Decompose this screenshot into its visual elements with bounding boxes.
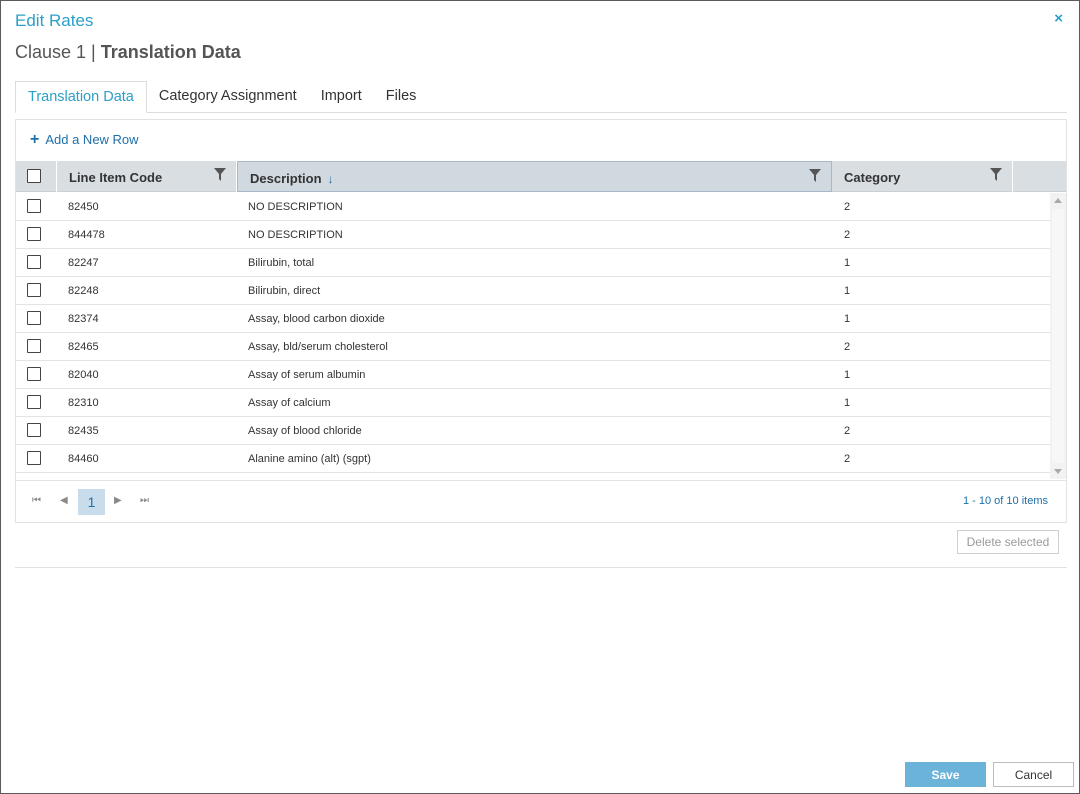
cell-category: 2	[844, 229, 851, 241]
cell-description: Bilirubin, total	[248, 257, 315, 269]
cell-description: Assay, blood carbon dioxide	[248, 313, 385, 325]
tab-category-assignment[interactable]: Category Assignment	[147, 81, 309, 113]
divider	[15, 567, 1067, 568]
table-row[interactable]: 82248 Bilirubin, direct 1	[16, 277, 1050, 305]
cell-category: 2	[844, 201, 851, 213]
sort-descending-icon: ↓	[327, 172, 334, 186]
cell-description: NO DESCRIPTION	[248, 201, 343, 213]
column-header-category[interactable]: Category	[832, 161, 1013, 192]
add-new-row-label: Add a New Row	[45, 132, 139, 147]
row-checkbox[interactable]	[27, 451, 41, 465]
cell-line-item-code: 82450	[68, 201, 99, 213]
row-checkbox[interactable]	[27, 255, 41, 269]
first-page-icon[interactable]: ⏮	[32, 495, 41, 506]
scroll-down-icon[interactable]	[1054, 469, 1062, 474]
cell-line-item-code: 82310	[68, 397, 99, 409]
column-label-description-wrap: Description ↓	[250, 163, 334, 195]
filter-icon[interactable]	[809, 169, 821, 182]
table-row[interactable]: 82465 Assay, bld/serum cholesterol 2	[16, 333, 1050, 361]
table-row[interactable]: 844478 NO DESCRIPTION 2	[16, 221, 1050, 249]
dialog-title: Edit Rates	[15, 11, 94, 30]
translation-grid: + Add a New Row Line Item Code Descripti…	[15, 119, 1067, 523]
table-row[interactable]: 82450 NO DESCRIPTION 2	[16, 193, 1050, 221]
table-row[interactable]: 82374 Assay, blood carbon dioxide 1	[16, 305, 1050, 333]
pager-info: 1 - 10 of 10 items	[963, 495, 1048, 507]
delete-selected-button[interactable]: Delete selected	[957, 530, 1059, 554]
table-row[interactable]: 82040 Assay of serum albumin 1	[16, 361, 1050, 389]
tab-files[interactable]: Files	[374, 81, 429, 113]
table-row[interactable]: 84460 Alanine amino (alt) (sgpt) 2	[16, 445, 1050, 473]
filter-icon[interactable]	[214, 168, 226, 181]
cell-description: NO DESCRIPTION	[248, 229, 343, 241]
pagination-bar: ⏮ ◀ 1 ▶ ⏭ 1 - 10 of 10 items	[16, 480, 1066, 522]
current-page-button[interactable]: 1	[78, 489, 105, 515]
cell-category: 1	[844, 369, 851, 381]
tab-strip: Translation Data Category Assignment Imp…	[15, 81, 1067, 113]
column-label-description: Description	[250, 171, 322, 186]
tab-import[interactable]: Import	[309, 81, 374, 113]
table-row[interactable]: 82435 Assay of blood chloride 2	[16, 417, 1050, 445]
row-checkbox[interactable]	[27, 311, 41, 325]
header-scroll-spacer	[1013, 161, 1066, 192]
close-icon[interactable]: ×	[1054, 11, 1063, 27]
column-header-line-item-code[interactable]: Line Item Code	[57, 161, 237, 192]
cell-line-item-code: 82465	[68, 341, 99, 353]
column-label-line-item-code: Line Item Code	[69, 170, 163, 185]
cell-category: 1	[844, 285, 851, 297]
last-page-icon[interactable]: ⏭	[140, 495, 149, 506]
cancel-button[interactable]: Cancel	[993, 762, 1074, 787]
row-checkbox[interactable]	[27, 367, 41, 381]
row-checkbox[interactable]	[27, 423, 41, 437]
column-label-category: Category	[844, 170, 901, 185]
column-header-description[interactable]: Description ↓	[237, 161, 832, 192]
cell-line-item-code: 82040	[68, 369, 99, 381]
select-all-checkbox[interactable]	[27, 169, 41, 183]
add-new-row-button[interactable]: + Add a New Row	[30, 130, 139, 148]
subtitle-prefix: Clause 1 |	[15, 42, 101, 62]
scrollbar-thumb[interactable]	[1052, 209, 1064, 463]
plus-icon: +	[30, 130, 40, 148]
cell-line-item-code: 82435	[68, 425, 99, 437]
row-checkbox[interactable]	[27, 395, 41, 409]
cell-line-item-code: 82374	[68, 313, 99, 325]
cell-description: Bilirubin, direct	[248, 285, 321, 297]
table-row[interactable]: 82310 Assay of calcium 1	[16, 389, 1050, 417]
row-checkbox[interactable]	[27, 339, 41, 353]
table-row[interactable]: 82247 Bilirubin, total 1	[16, 249, 1050, 277]
row-checkbox[interactable]	[27, 283, 41, 297]
cell-category: 2	[844, 453, 851, 465]
cell-description: Assay of calcium	[248, 397, 331, 409]
cell-description: Assay, bld/serum cholesterol	[248, 341, 388, 353]
page-subtitle: Clause 1 | Translation Data	[15, 42, 241, 63]
tab-translation-data[interactable]: Translation Data	[15, 81, 147, 113]
cell-description: Assay of blood chloride	[248, 425, 362, 437]
filter-icon[interactable]	[990, 168, 1002, 181]
grid-body: 82450 NO DESCRIPTION 2 844478 NO DESCRIP…	[16, 193, 1050, 473]
cell-category: 1	[844, 313, 851, 325]
cell-category: 2	[844, 425, 851, 437]
save-button[interactable]: Save	[905, 762, 986, 787]
row-checkbox[interactable]	[27, 199, 41, 213]
cell-description: Alanine amino (alt) (sgpt)	[248, 453, 371, 465]
edit-rates-dialog: Edit Rates × Clause 1 | Translation Data…	[0, 0, 1080, 794]
row-checkbox[interactable]	[27, 227, 41, 241]
cell-line-item-code: 844478	[68, 229, 105, 241]
previous-page-icon[interactable]: ◀	[60, 495, 68, 506]
grid-header: Line Item Code Description ↓ Category	[16, 161, 1066, 192]
cell-description: Assay of serum albumin	[248, 369, 366, 381]
header-select-all-cell	[16, 161, 57, 192]
scroll-up-icon[interactable]	[1054, 198, 1062, 203]
cell-line-item-code: 82247	[68, 257, 99, 269]
vertical-scrollbar[interactable]	[1050, 193, 1066, 479]
cell-line-item-code: 82248	[68, 285, 99, 297]
cell-category: 2	[844, 341, 851, 353]
cell-line-item-code: 84460	[68, 453, 99, 465]
subtitle-strong: Translation Data	[100, 42, 241, 62]
cell-category: 1	[844, 257, 851, 269]
next-page-icon[interactable]: ▶	[114, 495, 122, 506]
cell-category: 1	[844, 397, 851, 409]
